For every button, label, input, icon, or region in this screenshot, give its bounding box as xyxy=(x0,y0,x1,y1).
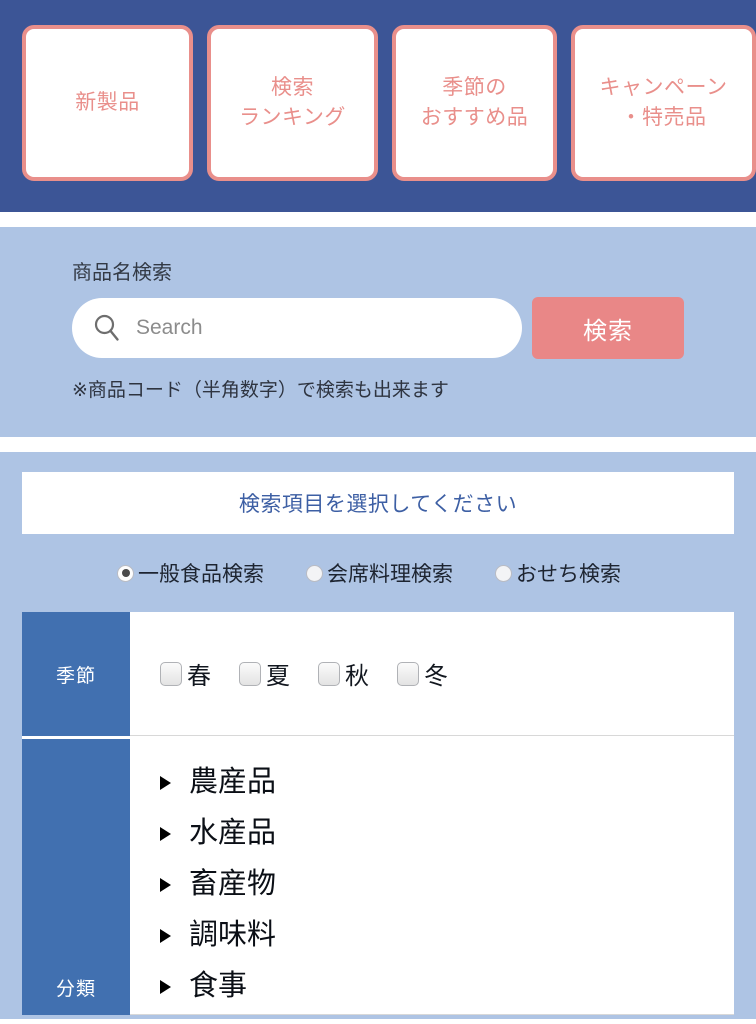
tree-item-agricultural-products[interactable]: 農産品 xyxy=(160,757,734,808)
tree-item-label: 農産品 xyxy=(189,766,277,798)
table-row-season: 季節 春 夏 秋 冬 xyxy=(22,612,734,739)
checkbox-icon[interactable] xyxy=(160,661,182,686)
triangle-right-icon[interactable] xyxy=(160,775,171,790)
radio-option-osechi[interactable]: おせち検索 xyxy=(495,558,621,588)
season-checkbox-group: 春 夏 秋 冬 xyxy=(130,612,734,736)
radio-button-icon[interactable] xyxy=(495,564,512,582)
triangle-right-icon[interactable] xyxy=(160,928,171,943)
radio-option-label: おせち検索 xyxy=(516,563,621,586)
checkbox-icon[interactable] xyxy=(239,661,261,686)
nav-card-campaign-specials[interactable]: キャンペーン ・特売品 xyxy=(571,25,756,181)
checkbox-option-label: 冬 xyxy=(424,663,448,690)
checkbox-option-autumn[interactable]: 秋 xyxy=(318,656,369,691)
checkbox-option-summer[interactable]: 夏 xyxy=(239,656,290,691)
radio-button-icon[interactable] xyxy=(117,564,134,582)
search-type-radio-group: 一般食品検索 会席料理検索 おせち検索 xyxy=(22,534,734,612)
radio-option-label: 会席料理検索 xyxy=(327,563,453,586)
search-row: 検索 xyxy=(72,297,756,359)
tree-item-label: 食事 xyxy=(189,970,248,1002)
search-submit-button[interactable]: 検索 xyxy=(532,297,684,359)
tree-item-label: 畜産物 xyxy=(189,868,277,900)
search-input[interactable] xyxy=(136,316,496,340)
radio-option-general-food[interactable]: 一般食品検索 xyxy=(117,558,264,588)
checkbox-option-winter[interactable]: 冬 xyxy=(397,656,448,691)
select-search-item-banner: 検索項目を選択してください xyxy=(22,472,734,534)
triangle-right-icon[interactable] xyxy=(160,979,171,994)
tree-item-seasonings[interactable]: 調味料 xyxy=(160,910,734,961)
filter-selection-panel: 検索項目を選択してください 一般食品検索 会席料理検索 おせち検索 季節 春 夏… xyxy=(0,452,756,1019)
tree-item-label: 水産品 xyxy=(189,817,277,849)
table-row-header-season: 季節 xyxy=(22,612,130,736)
checkbox-icon[interactable] xyxy=(318,661,340,686)
tree-item-marine-products[interactable]: 水産品 xyxy=(160,808,734,859)
nav-card-line: 検索 xyxy=(271,76,314,100)
page-root: 新製品 検索 ランキング 季節の おすすめ品 キャンペーン ・特売品 商品名検索 xyxy=(0,0,756,1024)
section-divider xyxy=(0,212,756,227)
nav-card-line: ・特売品 xyxy=(620,106,707,129)
nav-card-line: ランキング xyxy=(239,106,346,129)
nav-card-search-ranking[interactable]: 検索 ランキング xyxy=(207,25,378,181)
filter-table: 季節 春 夏 秋 冬 分類 農産品 水産品 畜産物 調味料 食事 xyxy=(22,612,734,1015)
checkbox-option-label: 秋 xyxy=(345,663,369,690)
checkbox-icon[interactable] xyxy=(397,661,419,686)
radio-option-kaiseki-cuisine[interactable]: 会席料理検索 xyxy=(306,558,453,588)
table-row-header-category: 分類 xyxy=(22,739,130,1015)
checkbox-option-spring[interactable]: 春 xyxy=(160,656,211,691)
triangle-right-icon[interactable] xyxy=(160,826,171,841)
section-divider xyxy=(0,437,756,452)
search-input-container[interactable] xyxy=(72,298,522,358)
table-row-category: 分類 農産品 水産品 畜産物 調味料 食事 xyxy=(22,739,734,1015)
nav-card-line: キャンペーン xyxy=(599,76,728,100)
search-panel-label: 商品名検索 xyxy=(72,262,172,284)
tree-item-livestock-products[interactable]: 畜産物 xyxy=(160,859,734,910)
nav-card-seasonal-recommendations[interactable]: 季節の おすすめ品 xyxy=(392,25,557,181)
tree-item-meals[interactable]: 食事 xyxy=(160,961,734,1012)
nav-card-new-products[interactable]: 新製品 xyxy=(22,25,193,181)
radio-button-icon[interactable] xyxy=(306,564,323,582)
product-search-panel: 商品名検索 検索 ※商品コード（半角数字）で検索も出来ます xyxy=(0,227,756,437)
nav-card-line: 季節の xyxy=(442,76,507,100)
category-tree: 農産品 水産品 畜産物 調味料 食事 xyxy=(130,739,734,1015)
checkbox-option-label: 春 xyxy=(187,663,211,690)
search-hint-text: ※商品コード（半角数字）で検索も出来ます xyxy=(72,380,449,401)
nav-card-line: おすすめ品 xyxy=(420,106,529,129)
triangle-right-icon[interactable] xyxy=(160,877,171,892)
tree-item-label: 調味料 xyxy=(189,919,277,951)
top-navigation-bar: 新製品 検索 ランキング 季節の おすすめ品 キャンペーン ・特売品 xyxy=(0,0,756,212)
checkbox-option-label: 夏 xyxy=(266,663,290,690)
nav-card-line: 新製品 xyxy=(75,91,140,115)
radio-option-label: 一般食品検索 xyxy=(138,563,264,586)
search-icon xyxy=(94,314,119,341)
